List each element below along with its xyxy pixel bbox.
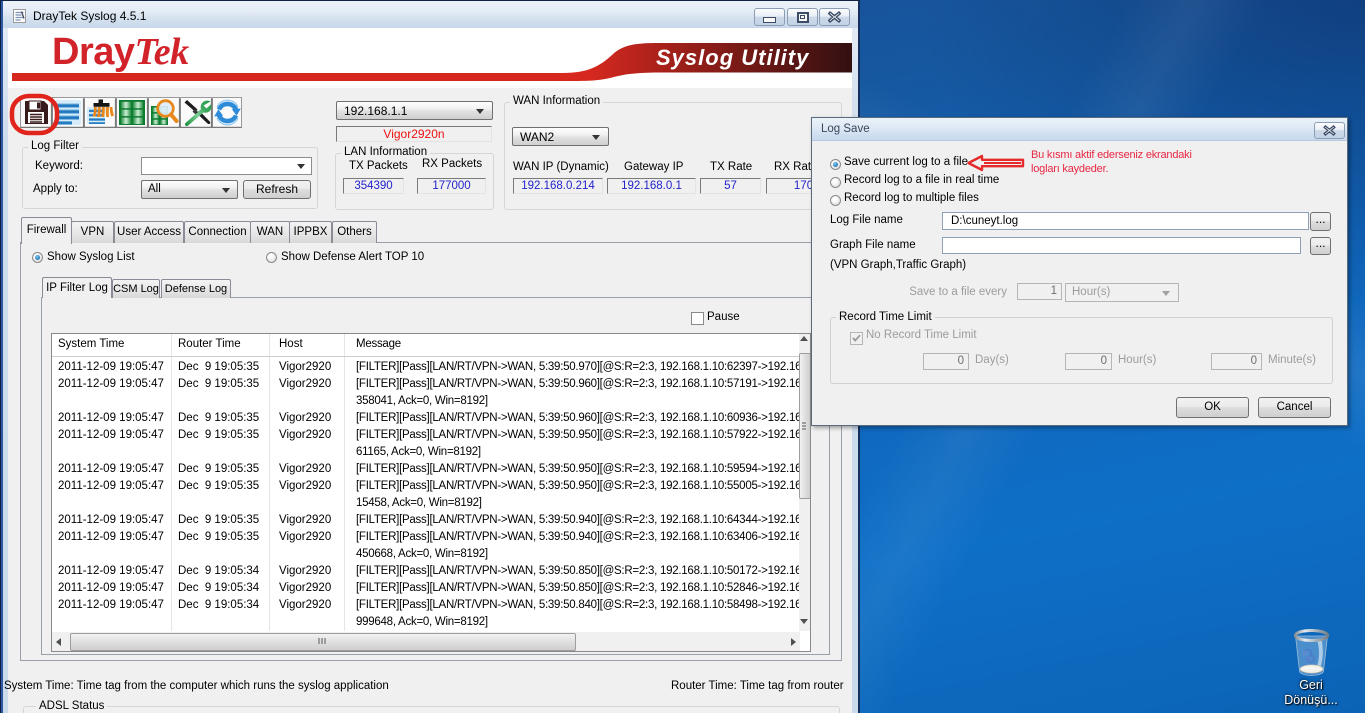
svg-text:Syslog Utility: Syslog Utility — [656, 45, 810, 70]
